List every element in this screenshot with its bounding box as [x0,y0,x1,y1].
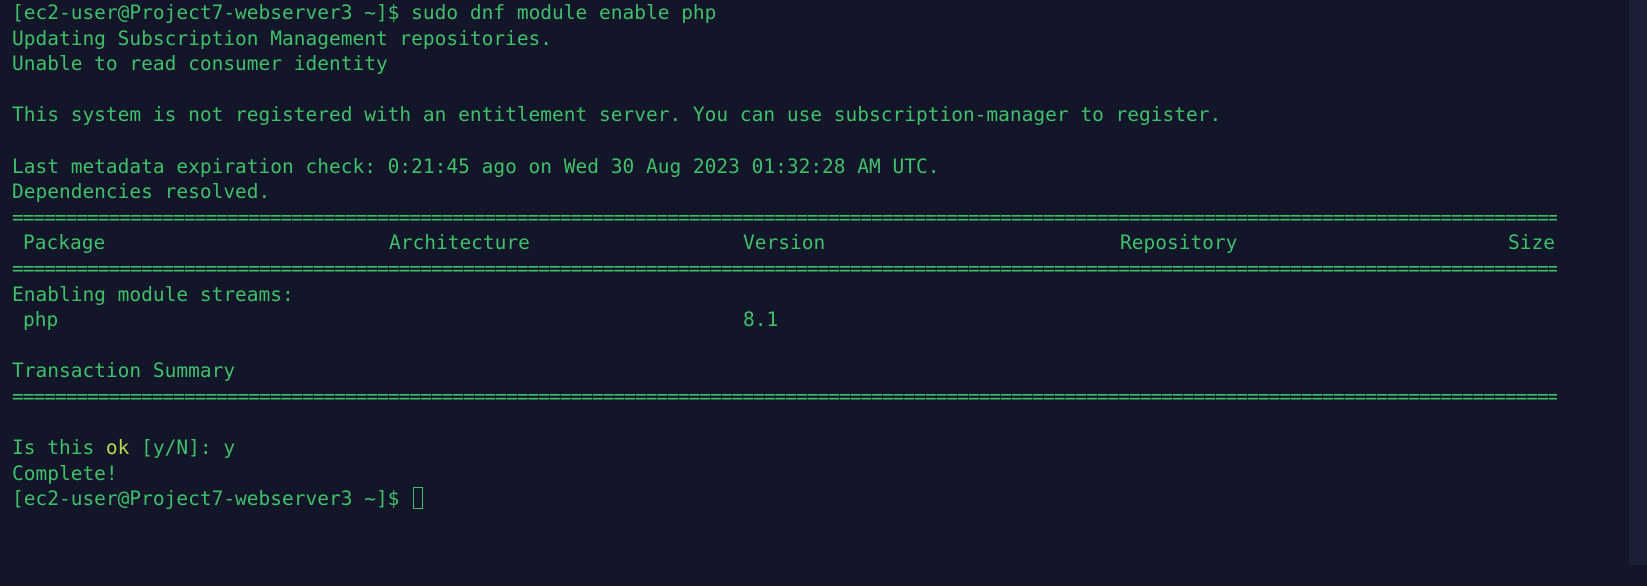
confirm-ok-highlight: ok [105,436,130,460]
output-line: Unable to read consumer identity [12,52,388,76]
confirm-answer: [y/N]: y [129,436,236,460]
output-line: Dependencies resolved. [12,180,271,204]
table-header-row: Package Architecture Version Repository … [12,230,1557,256]
shell-prompt: [ec2-user@Project7-webserver3 ~]$ [12,487,412,511]
separator-line: ========================================… [12,384,1557,408]
output-line: Updating Subscription Management reposit… [12,26,553,50]
shell-prompt: [ec2-user@Project7-webserver3 ~]$ [12,1,412,24]
separator-line: ========================================… [12,205,1557,229]
confirm-line: Is this ok [y/N]: y [12,435,1635,461]
output-line: Enabling module streams: [12,282,294,306]
separator-line: ========================================… [12,256,1557,280]
scrollbar-thumb[interactable] [1629,0,1647,565]
column-header-architecture: Architecture [389,231,530,255]
output-line: Complete! [12,461,118,485]
package-version: 8.1 [743,308,779,332]
column-header-package: Package [23,231,106,255]
column-header-version: Version [743,231,826,255]
command-line: [ec2-user@Project7-webserver3 ~]$ sudo d… [12,0,1635,26]
terminal-window[interactable]: [ec2-user@Project7-webserver3 ~]$ sudo d… [0,0,1647,586]
column-header-size: Size [1508,231,1555,255]
input-line[interactable]: [ec2-user@Project7-webserver3 ~]$ [12,486,1635,512]
output-line: Transaction Summary [12,359,236,383]
scrollbar[interactable] [1629,0,1647,586]
column-header-repository: Repository [1120,231,1238,255]
output-line: Last metadata expiration check: 0:21:45 … [12,154,940,178]
command-text: sudo dnf module enable php [411,1,717,24]
table-row: php 8.1 [12,307,1557,333]
text-cursor[interactable] [413,486,424,509]
package-name: php [23,308,59,332]
confirm-text: Is this [12,436,106,460]
output-line: This system is not registered with an en… [12,103,1222,127]
